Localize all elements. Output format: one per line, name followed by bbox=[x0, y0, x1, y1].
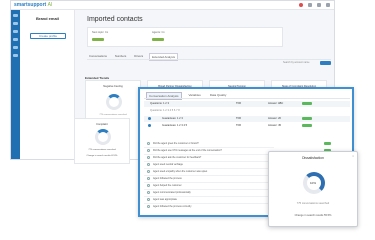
card-footer: 775 conversations searched bbox=[88, 149, 116, 151]
left-panel: Brand email Create profile bbox=[20, 10, 75, 159]
modal-subtitle: 775 conversations searched bbox=[296, 202, 330, 205]
create-profile-button[interactable]: Create profile bbox=[30, 33, 66, 39]
question-text: Agent was appropriate bbox=[153, 198, 177, 201]
radio-icon bbox=[147, 177, 150, 180]
row-cell: Questions: 1 2 3 4 5 6 7 8 bbox=[150, 109, 180, 112]
question-text: Agent communicated professionally bbox=[153, 191, 191, 194]
app-logo[interactable]: smartsupport AI bbox=[14, 2, 52, 8]
modal-title: Dissatisfaction bbox=[302, 156, 324, 160]
tab-divider bbox=[87, 59, 331, 60]
card-footer: Change in search results 62.8% bbox=[86, 155, 118, 157]
row-cell: TFR bbox=[236, 117, 242, 120]
row-cell: Answer: ABC bbox=[268, 102, 284, 105]
radio-icon bbox=[147, 205, 150, 208]
donut-chart bbox=[95, 129, 111, 145]
question-text: Did the agent greet the customer or bran… bbox=[153, 142, 199, 145]
card-title: Negative Feeling bbox=[103, 85, 123, 88]
question-text: Agent helped the customer bbox=[153, 184, 182, 187]
trend-card[interactable]: Complaint 775 conversations searched Cha… bbox=[74, 118, 130, 164]
table-row[interactable]: Guarantees: 1 2 3 4 5 TFR Answer: 45 bbox=[144, 123, 350, 129]
top-bar: smartsupport AI bbox=[11, 1, 334, 10]
row-marker-icon bbox=[148, 117, 151, 120]
table-row[interactable]: Questions: 1 2 3 TFR Answer: ABC bbox=[144, 101, 350, 107]
filter-chip[interactable] bbox=[92, 38, 104, 41]
status-badge bbox=[302, 124, 312, 127]
question-text: Agent followed the process correctly bbox=[153, 205, 192, 208]
question-text: Agent followed the process bbox=[153, 177, 182, 180]
filter-label: Next topic: Cx bbox=[92, 31, 109, 34]
card-subtitle: 775 conversations searched bbox=[99, 114, 127, 116]
settings-icon[interactable] bbox=[308, 3, 312, 7]
nav-analytics-icon[interactable] bbox=[13, 30, 18, 33]
nav-reports-icon[interactable] bbox=[13, 46, 18, 49]
search-input[interactable]: Search by account name bbox=[283, 61, 309, 64]
filter-chip[interactable] bbox=[152, 38, 164, 41]
radio-icon bbox=[147, 156, 150, 159]
search-button[interactable] bbox=[320, 61, 331, 65]
nav-rail bbox=[11, 10, 20, 159]
row-cell: Questions: 1 2 3 bbox=[150, 102, 169, 105]
top-icons bbox=[299, 3, 330, 7]
donut-percent: 10% bbox=[309, 181, 316, 185]
nav-messages-icon[interactable] bbox=[13, 38, 18, 41]
row-cell: Guarantees: 1 2 3 bbox=[162, 117, 183, 120]
modal-divider bbox=[144, 98, 350, 99]
table-row[interactable]: Guarantees: 1 2 3 TFR Answer: 20 bbox=[144, 116, 350, 122]
status-badge bbox=[324, 142, 331, 145]
radio-icon bbox=[147, 142, 150, 145]
row-cell: Guarantees: 1 2 3 4 5 bbox=[162, 124, 188, 127]
filters-panel: Next topic: Cx Agents: Cx bbox=[87, 27, 283, 47]
card-title: Complaint bbox=[96, 123, 108, 126]
nav-contacts-icon[interactable] bbox=[13, 22, 18, 25]
row-marker-icon bbox=[148, 124, 151, 127]
nav-home-icon[interactable] bbox=[13, 14, 18, 17]
status-badge bbox=[302, 102, 312, 105]
radio-icon bbox=[147, 191, 150, 194]
question-text: Did the agent ask the customer for feedb… bbox=[153, 156, 202, 159]
left-panel-title: Brand email bbox=[36, 16, 59, 21]
nav-settings-icon[interactable] bbox=[13, 54, 18, 57]
user-icon[interactable] bbox=[326, 3, 330, 7]
radio-icon bbox=[147, 149, 150, 152]
radio-icon bbox=[147, 170, 150, 173]
question-text: Did the agent use CTA messages at the en… bbox=[153, 149, 222, 152]
dissatisfaction-modal: × Dissatisfaction 10% 775 conversations … bbox=[268, 151, 358, 227]
status-badge bbox=[302, 117, 312, 120]
radio-icon bbox=[147, 184, 150, 187]
notification-icon[interactable] bbox=[299, 3, 303, 7]
radio-icon bbox=[147, 198, 150, 201]
filter-label: Agents: Cx bbox=[152, 31, 165, 34]
question-text: Agent used neutral verbiage bbox=[153, 163, 183, 166]
table-row[interactable]: Questions: 1 2 3 4 5 6 7 8 bbox=[144, 108, 350, 114]
logo-suffix: AI bbox=[47, 2, 53, 8]
row-cell: TFR bbox=[236, 102, 242, 105]
row-cell: Answer: 45 bbox=[268, 124, 281, 127]
donut-chart bbox=[106, 94, 122, 110]
radio-icon bbox=[147, 163, 150, 166]
modal-footer: Change in search results 55.5% bbox=[294, 214, 332, 217]
row-cell: Answer: 20 bbox=[268, 117, 281, 120]
row-cell: TFR bbox=[236, 124, 242, 127]
page-title: Imported contacts bbox=[87, 16, 143, 23]
question-text: Agent used empathy when the customer was… bbox=[153, 170, 208, 173]
logo-text: smartsupport bbox=[14, 2, 47, 8]
help-icon[interactable] bbox=[317, 3, 321, 7]
question-item[interactable]: Agent followed the process correctly bbox=[144, 204, 274, 210]
